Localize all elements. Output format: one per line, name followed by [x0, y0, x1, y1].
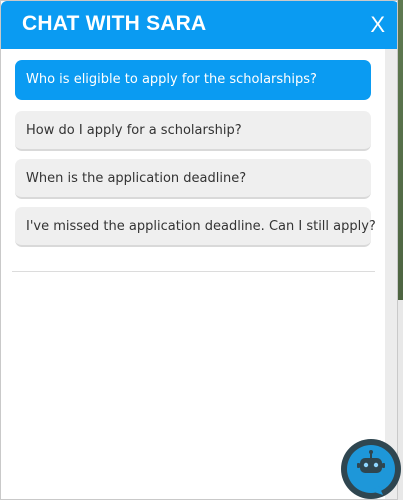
quick-reply-missed-deadline[interactable]: I've missed the application deadline. Ca…: [15, 207, 376, 247]
quick-reply-eligibility[interactable]: Who is eligible to apply for the scholar…: [15, 60, 371, 100]
quick-reply-deadline[interactable]: When is the application deadline?: [15, 159, 371, 199]
chatbot-icon: [341, 439, 401, 499]
chat-header: CHAT WITH SARA X: [1, 1, 397, 49]
chat-window: CHAT WITH SARA X Who is eligible to appl…: [0, 0, 398, 500]
chat-title: CHAT WITH SARA: [22, 12, 207, 35]
quick-reply-how-to-apply[interactable]: How do I apply for a scholarship?: [15, 111, 371, 151]
chat-body: Who is eligible to apply for the scholar…: [1, 49, 385, 499]
scrollbar[interactable]: [385, 49, 397, 499]
chat-launcher-button[interactable]: [341, 439, 401, 499]
divider: [12, 271, 375, 272]
close-button[interactable]: X: [370, 12, 385, 38]
